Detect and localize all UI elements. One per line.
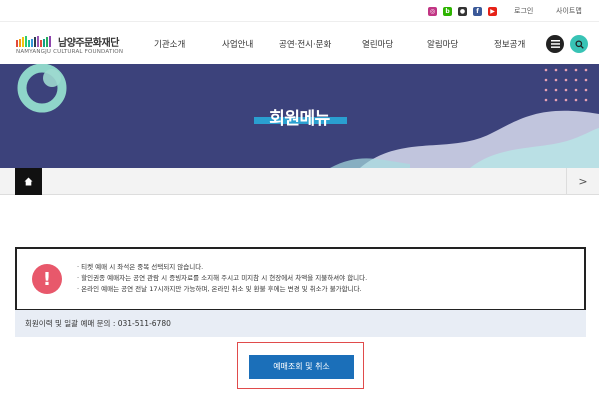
logo-bar — [46, 37, 48, 47]
site-logo[interactable]: 남양주문화재단 NAMYANGJU CULTURAL FOUNDATION — [16, 32, 128, 56]
facebook-icon[interactable]: f — [473, 7, 482, 16]
search-button[interactable] — [570, 35, 588, 53]
page-banner: 회원메뉴 — [0, 64, 599, 168]
logo-bar — [16, 39, 18, 47]
nav-item-notice[interactable]: 알림마당 — [427, 38, 458, 50]
logo-bar — [22, 37, 24, 47]
notice-item: 티켓 예매 시 좌석은 중복 선택되지 않습니다. — [77, 262, 367, 273]
logo-bar — [25, 36, 27, 47]
alert-icon: ! — [32, 264, 62, 294]
sitemap-link[interactable]: 사이트맵 — [556, 6, 582, 16]
logo-bar — [49, 36, 51, 47]
youtube-icon[interactable]: ▶ — [488, 7, 497, 16]
breadcrumb-expand-button[interactable]: > — [566, 168, 599, 195]
logo-bar — [31, 38, 33, 47]
home-button[interactable] — [15, 168, 42, 195]
logo-bar — [43, 38, 45, 47]
notice-item: 할인권종 예매자는 공연 관람 시 증빙자료를 소지해 주시고 미지참 시 현장… — [77, 273, 367, 284]
menu-button[interactable] — [546, 35, 564, 53]
instagram-icon[interactable]: ◎ — [428, 7, 437, 16]
search-icon — [574, 39, 584, 49]
nav-item-open[interactable]: 열린마당 — [362, 38, 393, 50]
logo-name: 남양주문화재단 — [58, 38, 119, 49]
hamburger-icon — [550, 40, 560, 48]
contact-info: 회원이력 및 일괄 예매 문의 : 031-511-6780 — [15, 310, 586, 337]
logo-bar — [34, 37, 36, 47]
logo-bar — [37, 36, 39, 47]
notice-list: 티켓 예매 시 좌석은 중복 선택되지 않습니다. 할인권종 예매자는 공연 관… — [77, 262, 367, 295]
notice-item: 온라인 예매는 공연 전날 17시까지만 가능하며, 온라인 취소 및 환불 후… — [77, 284, 367, 295]
notice-box: ! 티켓 예매 시 좌석은 중복 선택되지 않습니다. 할인권종 예매자는 공연… — [15, 247, 586, 310]
nav-item-business[interactable]: 사업안내 — [222, 38, 253, 50]
logo-mark — [16, 36, 51, 47]
nav-item-performance[interactable]: 공연·전시·문화 — [279, 38, 331, 50]
login-link[interactable]: 로그인 — [514, 6, 533, 16]
page-title: 회원메뉴 — [269, 109, 330, 129]
home-icon — [24, 177, 33, 186]
logo-bar — [40, 39, 42, 47]
site-header: 남양주문화재단 NAMYANGJU CULTURAL FOUNDATION 기관… — [0, 22, 599, 64]
nav-item-disclosure[interactable]: 정보공개 — [494, 38, 525, 50]
utility-bar: ◎ b ● f ▶ 로그인 사이트맵 — [0, 0, 599, 22]
talk-icon[interactable]: ● — [458, 7, 467, 16]
logo-subtitle: NAMYANGJU CULTURAL FOUNDATION — [16, 49, 124, 55]
breadcrumb: > — [0, 168, 599, 195]
logo-bar — [19, 38, 21, 47]
reservation-check-button[interactable]: 예매조회 및 취소 — [249, 355, 354, 379]
blog-icon[interactable]: b — [443, 7, 452, 16]
nav-item-about[interactable]: 기관소개 — [154, 38, 185, 50]
logo-bar — [28, 39, 30, 47]
